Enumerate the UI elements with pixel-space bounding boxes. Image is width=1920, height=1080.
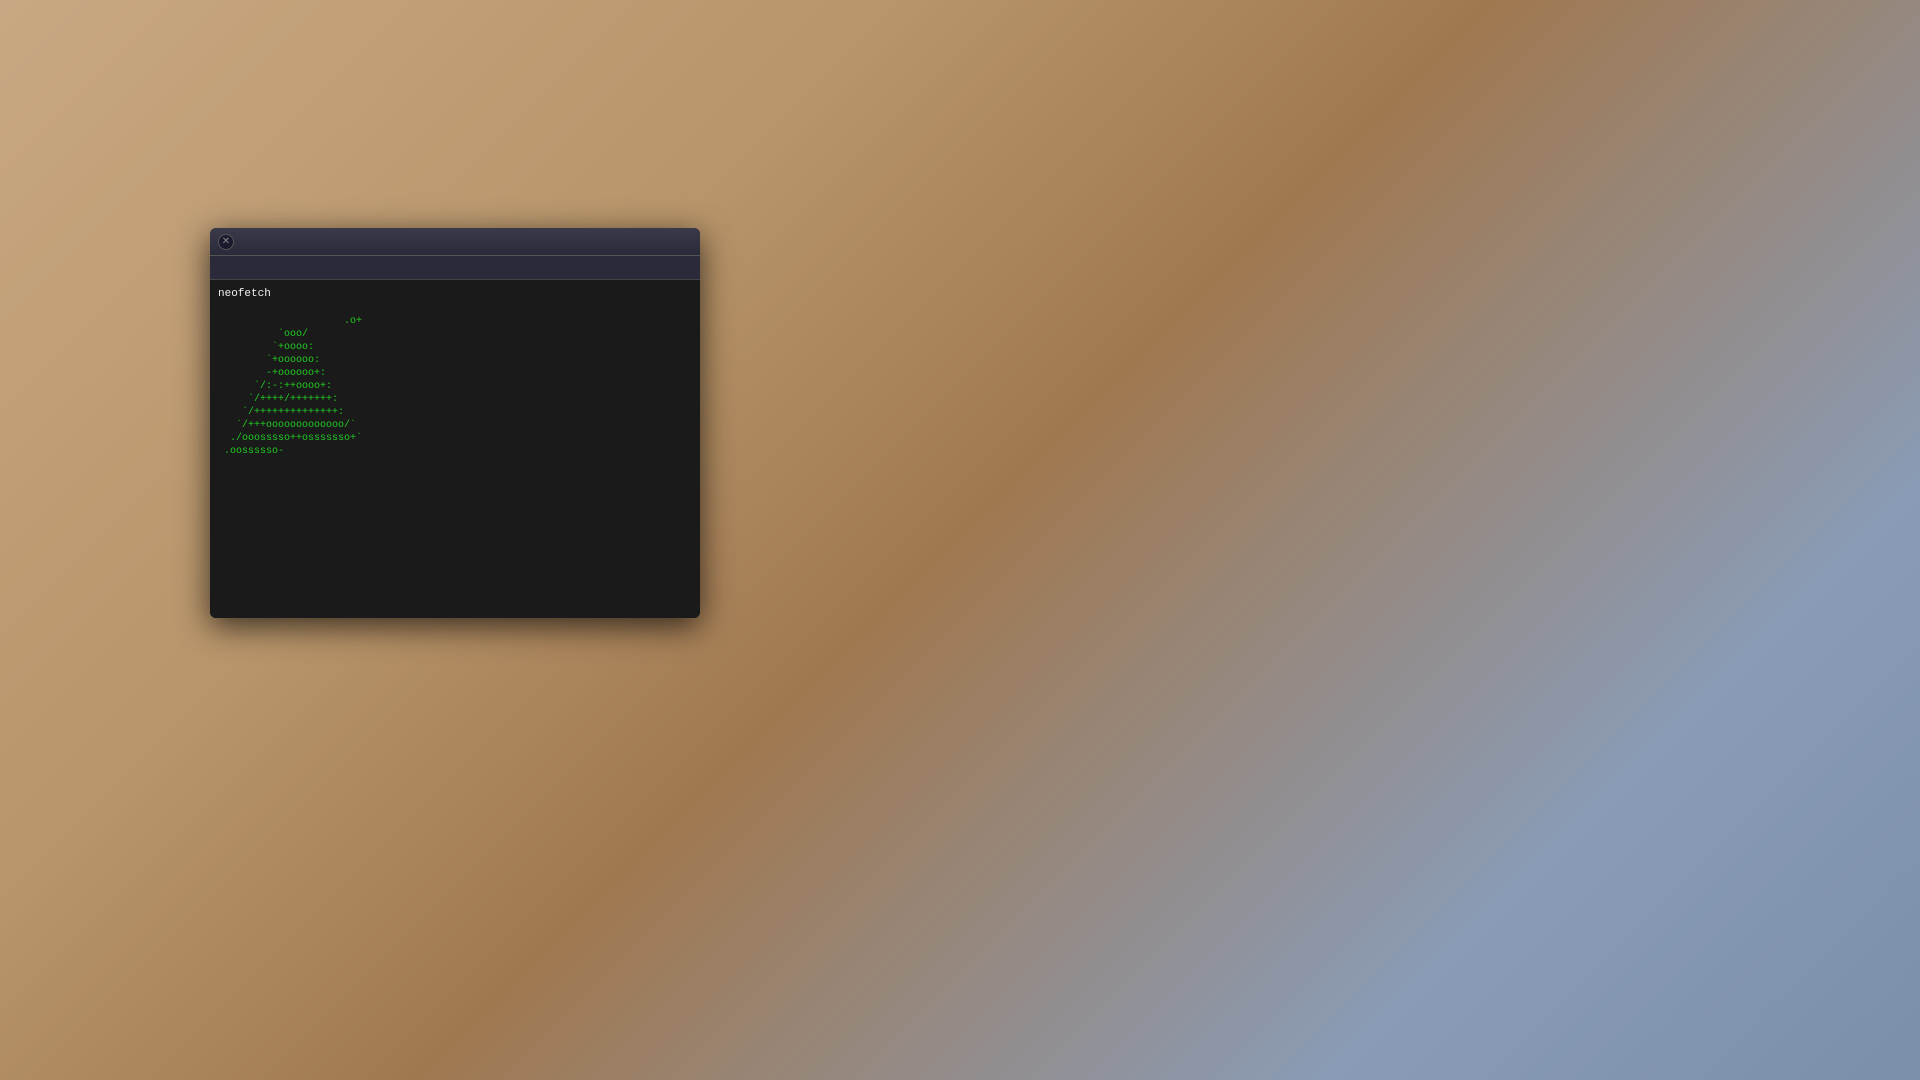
neofetch-logo: .o+ `ooo/ `+oooo: `+oooooo: -+oooooo+: `… [218, 302, 362, 458]
konsole-titlebar[interactable]: ✕ [210, 228, 700, 256]
konsole-menu-settings[interactable] [286, 266, 302, 270]
konsole-menu-view[interactable] [250, 266, 266, 270]
konsole-menu-bookmarks[interactable] [268, 266, 284, 270]
konsole-menu-edit[interactable] [232, 266, 248, 270]
konsole-menu-file[interactable] [214, 266, 230, 270]
konsole-window: ✕ neofetch .o+ `ooo/ `+oooo: `+oooooo: -… [210, 228, 700, 618]
konsole-body: neofetch .o+ `ooo/ `+oooo: `+oooooo: -+o… [210, 280, 700, 618]
konsole-close-btn[interactable]: ✕ [218, 234, 234, 250]
neofetch-output: .o+ `ooo/ `+oooo: `+oooooo: -+oooooo+: `… [218, 302, 692, 458]
desktop: ✕ neofetch .o+ `ooo/ `+oooo: `+oooooo: -… [0, 0, 1920, 1080]
terminal-command: neofetch [218, 288, 271, 300]
konsole-menu-help[interactable] [304, 266, 320, 270]
konsole-menubar [210, 256, 700, 280]
